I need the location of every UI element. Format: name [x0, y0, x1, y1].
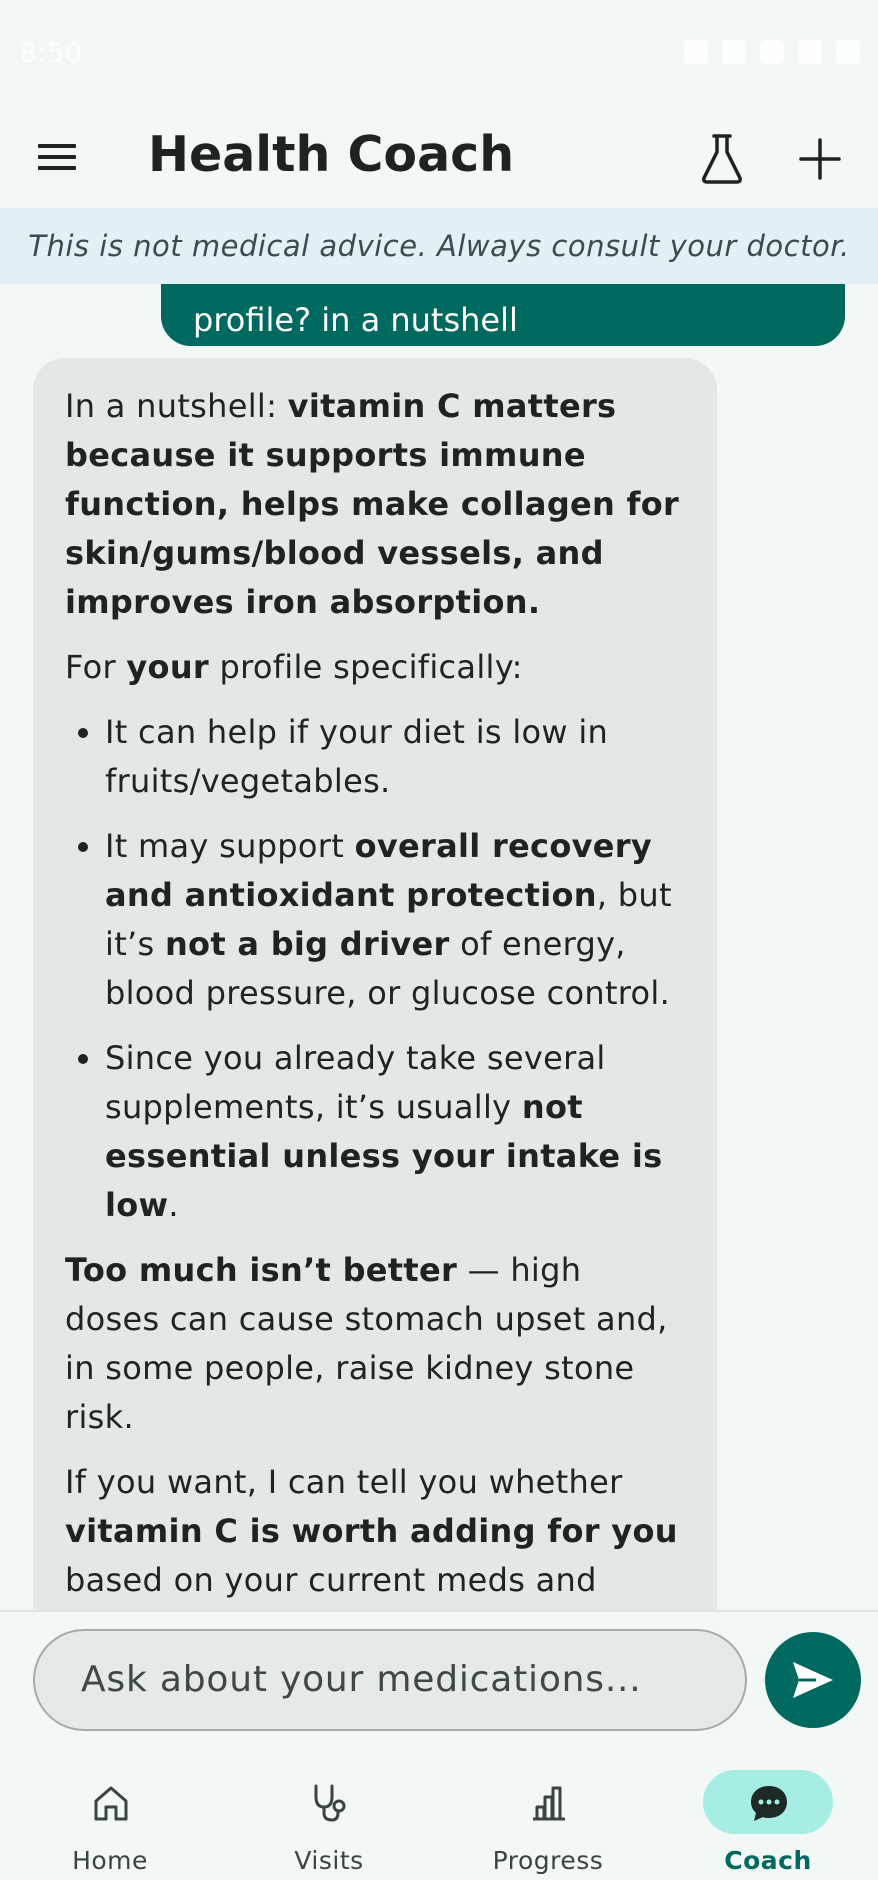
composer-divider: [0, 1610, 878, 1612]
nav-item-coach[interactable]: Coach: [668, 1756, 868, 1880]
plus-icon: [799, 138, 841, 180]
message-input[interactable]: Ask about your medications...: [33, 1629, 747, 1731]
nav-label: Progress: [492, 1846, 604, 1875]
menu-button[interactable]: [30, 130, 86, 186]
list-item: Since you already take several supplemen…: [105, 1034, 685, 1230]
nav-label: Coach: [724, 1846, 812, 1875]
home-icon: [94, 1786, 128, 1821]
nav-icon-container: [264, 1770, 394, 1834]
message-paragraph: In a nutshell: vitamin C matters because…: [65, 387, 680, 621]
nav-label: Home: [72, 1846, 148, 1875]
alarm-icon: [684, 40, 708, 64]
nav-icon-container: [703, 1770, 833, 1834]
status-icons: [684, 40, 860, 64]
data-saver-icon: [722, 40, 746, 64]
chat-thread[interactable]: profile? in a nutshell In a nutshell: vi…: [0, 284, 878, 1610]
lab-results-button[interactable]: [694, 128, 750, 188]
message-paragraph: If you want, I can tell you whether vita…: [65, 1463, 678, 1599]
nav-label: Visits: [294, 1846, 364, 1875]
send-icon: [793, 1662, 833, 1698]
chat-bubble-icon: [751, 1786, 787, 1821]
bottom-navigation: Home Visits Progress Coach: [0, 1756, 878, 1880]
send-button[interactable]: [765, 1632, 861, 1728]
nav-icon-container: [45, 1770, 175, 1834]
flask-icon: [702, 134, 742, 184]
stethoscope-icon: [314, 1784, 346, 1822]
signal-icon: [798, 40, 822, 64]
message-paragraph: Too much isn’t better — high doses can c…: [65, 1251, 668, 1436]
status-time: 8:50: [20, 38, 83, 69]
page-title: Health Coach: [148, 126, 515, 183]
nav-item-visits[interactable]: Visits: [229, 1756, 429, 1880]
menu-icon: [38, 144, 76, 170]
user-message-bubble: profile? in a nutshell: [161, 284, 845, 346]
bar-chart-icon: [533, 1786, 565, 1821]
disclaimer-banner: This is not medical advice. Always consu…: [0, 208, 878, 284]
app-bar: Health Coach: [0, 108, 878, 208]
message-paragraph: For your profile specifically:: [65, 648, 523, 686]
message-bullet-list: It can help if your diet is low in fruit…: [65, 708, 685, 1230]
list-item: It may support overall recovery and anti…: [105, 822, 685, 1018]
list-item: It can help if your diet is low in fruit…: [105, 708, 685, 806]
nav-item-home[interactable]: Home: [10, 1756, 210, 1880]
nav-icon-container: [483, 1770, 613, 1834]
nav-item-progress[interactable]: Progress: [448, 1756, 648, 1880]
assistant-message-bubble: In a nutshell: vitamin C matters because…: [33, 358, 717, 1610]
status-bar: 8:50: [0, 0, 878, 108]
battery-icon: [836, 40, 860, 64]
new-chat-button[interactable]: [792, 128, 848, 188]
wifi-icon: [760, 40, 784, 64]
user-message-text: profile? in a nutshell: [193, 301, 518, 339]
